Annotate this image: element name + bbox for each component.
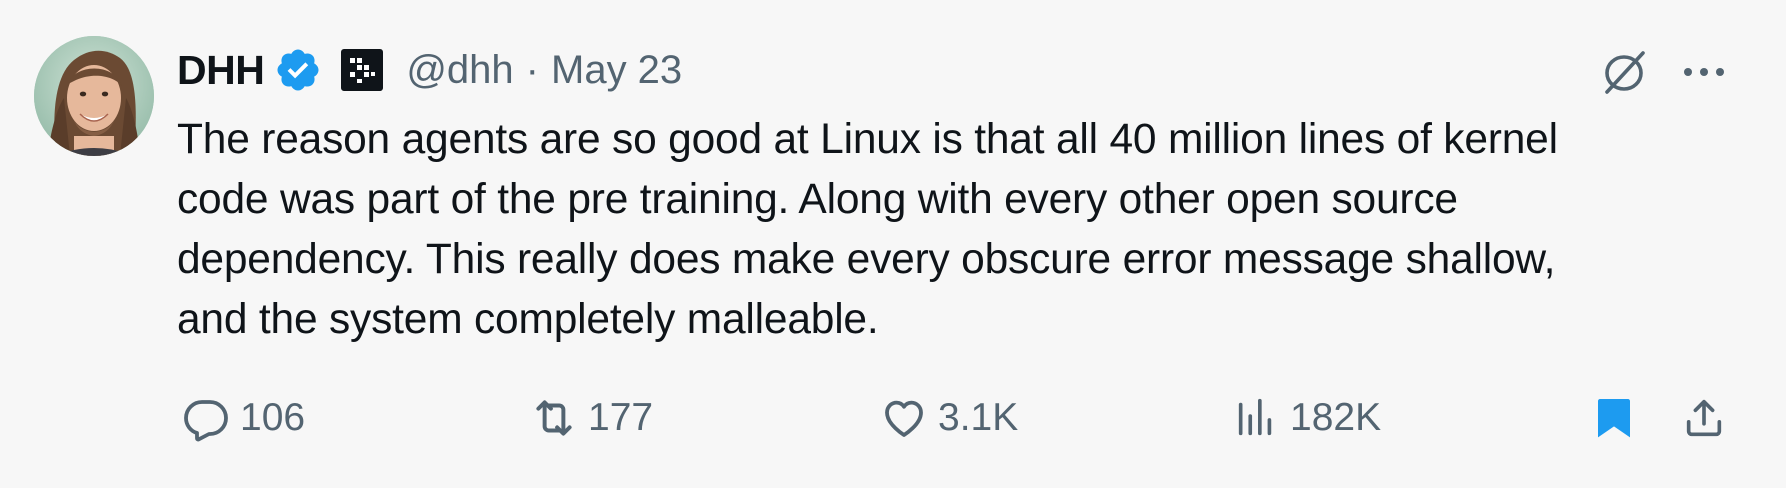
verified-badge-icon[interactable] [274, 46, 322, 94]
views-button[interactable]: 182K [1228, 388, 1381, 448]
header-separator: · [525, 47, 539, 92]
avatar[interactable] [34, 36, 154, 156]
bookmark-icon [1586, 390, 1642, 446]
share-button[interactable] [1676, 388, 1732, 448]
tweet-actions: 106 177 3.1K 182K [0, 388, 1786, 448]
retweet-count: 177 [588, 396, 654, 439]
views-count: 182K [1290, 396, 1382, 439]
author-handle[interactable]: @dhh [406, 48, 513, 93]
reply-count: 106 [240, 396, 306, 439]
affiliate-logo-icon[interactable] [340, 48, 384, 92]
tweet-card[interactable]: DHH @dhh · May 23 The reason agents are … [0, 0, 1786, 488]
author-name[interactable]: DHH [177, 47, 265, 94]
retweet-icon [526, 390, 582, 446]
like-count: 3.1K [938, 396, 1019, 439]
reply-button[interactable]: 106 [178, 388, 305, 448]
tweet-date[interactable]: May 23 [551, 48, 682, 93]
more-icon[interactable] [1676, 44, 1732, 100]
tweet-text: The reason agents are so good at Linux i… [177, 116, 1558, 343]
retweet-button[interactable]: 177 [526, 388, 653, 448]
tweet-header: DHH @dhh · May 23 [177, 42, 682, 98]
analytics-icon [1228, 390, 1284, 446]
share-icon [1676, 390, 1732, 446]
bookmark-button[interactable] [1586, 388, 1642, 448]
heart-icon [876, 390, 932, 446]
reply-icon [178, 390, 234, 446]
grok-icon[interactable] [1596, 44, 1652, 100]
like-button[interactable]: 3.1K [876, 388, 1018, 448]
